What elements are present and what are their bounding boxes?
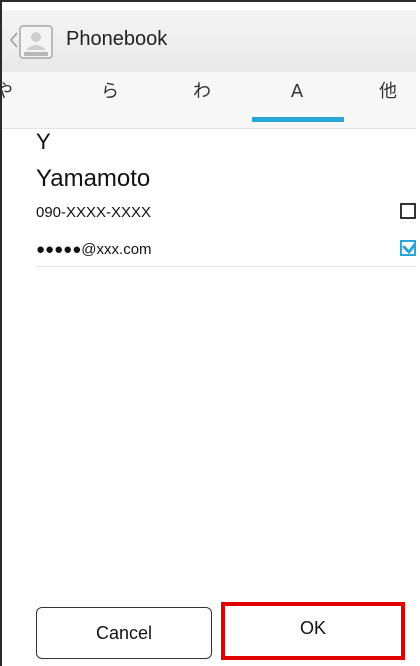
cancel-button[interactable]: Cancel [36,607,212,659]
phone-number-row[interactable]: 090-XXXX-XXXX [36,198,416,228]
email-address: ●●●●●@xxx.com [36,241,152,258]
email-checkbox[interactable] [400,240,416,256]
phonebook-dialog: Phonebook や ら わ A 他 Y Yamamoto 090-XXXX-… [0,0,416,666]
section-header: Y [36,129,51,154]
email-row[interactable]: ●●●●●@xxx.com [36,235,416,265]
ok-button[interactable]: OK [221,602,405,660]
phonebook-app-icon [19,25,53,59]
chevron-left-icon[interactable] [10,32,18,48]
tab-ra[interactable]: ら [90,72,130,128]
list-divider [36,266,416,267]
phone-checkbox[interactable] [400,203,416,219]
phone-number: 090-XXXX-XXXX [36,204,152,221]
tab-other[interactable]: 他 [368,72,408,128]
index-tab-bar: や ら わ A 他 [2,72,416,129]
title-bar: Phonebook [2,10,416,72]
app-title: Phonebook [66,28,168,50]
selected-tab-indicator [252,117,344,122]
contact-name: Yamamoto [36,165,151,192]
tab-ya[interactable]: や [2,72,16,128]
tab-wa[interactable]: わ [182,72,222,128]
checkmark-icon [402,240,416,255]
